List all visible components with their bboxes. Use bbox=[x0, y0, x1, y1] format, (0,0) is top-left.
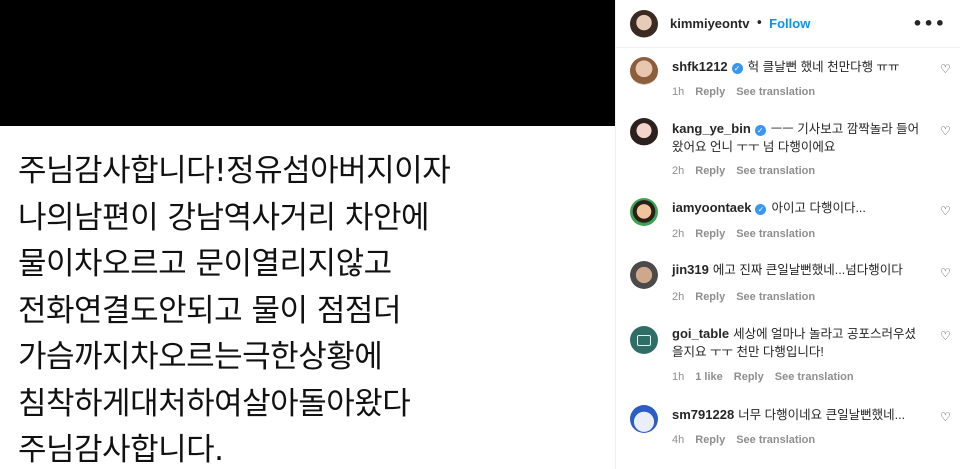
post-image-dark-area bbox=[0, 0, 615, 126]
comment-time: 1h bbox=[672, 371, 685, 383]
commenter-avatar[interactable] bbox=[630, 57, 658, 85]
commenter-username[interactable]: iamyoontaek bbox=[672, 200, 751, 215]
see-translation-button[interactable]: See translation bbox=[736, 165, 815, 177]
like-heart-icon[interactable]: ♡ bbox=[940, 204, 951, 218]
like-count[interactable]: 1 like bbox=[695, 371, 723, 383]
comment-body: sm791228 너무 다행이네요 큰일날뻔했네... bbox=[672, 406, 922, 424]
comment-time: 4h bbox=[672, 434, 685, 446]
post-text-line: 주님감사합니다!정유섬아버지이자 bbox=[18, 153, 451, 189]
comment-time: 2h bbox=[672, 165, 685, 177]
comment-time: 1h bbox=[672, 86, 685, 98]
like-heart-icon[interactable]: ♡ bbox=[940, 329, 951, 343]
author-username[interactable]: kimmiyeontv bbox=[670, 16, 749, 31]
see-translation-button[interactable]: See translation bbox=[736, 291, 815, 303]
verified-badge-icon: ✓ bbox=[755, 204, 767, 215]
post-text-line: 전화연결도안되고 물이 점점더 bbox=[18, 292, 401, 329]
separator-dot: • bbox=[755, 16, 764, 31]
commenter-username[interactable]: sm791228 bbox=[672, 407, 734, 422]
like-heart-icon[interactable]: ♡ bbox=[940, 62, 951, 76]
comment-item: sm791228 너무 다행이네요 큰일날뻔했네... 4h Reply See tr… bbox=[616, 396, 960, 469]
follow-button[interactable]: Follow bbox=[769, 16, 810, 31]
commenter-avatar[interactable] bbox=[630, 326, 658, 354]
comment-meta: 2h Reply See translation bbox=[672, 228, 826, 240]
image-placeholder-icon bbox=[637, 334, 651, 346]
comment-body: jin319 에고 진짜 큰일날뻔했네...넘다행이다 bbox=[672, 261, 922, 279]
comment-item: goi_table 세상에 얼마나 놀라고 공포스러우셨을지요 ㅜㅜ 천만 다행입… bbox=[616, 316, 960, 396]
comment-body: shfk1212 ✓ 헉 클날뻔 했네 천만다행 ㅠㅠ bbox=[672, 58, 922, 76]
comment-text: 에고 진짜 큰일날뻔했네...넘다행이다 bbox=[712, 263, 903, 277]
comment-text: 너무 다행이네요 큰일날뻔했네... bbox=[738, 408, 906, 422]
comment-body: iamyoontaek ✓ 아이고 다행이다... bbox=[672, 199, 922, 217]
author-avatar[interactable] bbox=[630, 9, 658, 38]
comment-time: 2h bbox=[672, 291, 685, 303]
comment-text: 아이고 다행이다... bbox=[771, 201, 866, 215]
see-translation-button[interactable]: See translation bbox=[775, 371, 854, 383]
post-header: kimmiyeontv • Follow ••• bbox=[616, 0, 960, 48]
commenter-avatar[interactable] bbox=[630, 261, 658, 289]
comment-meta: 4h Reply See translation bbox=[672, 434, 826, 446]
comment-item: kang_ye_bin ✓ ㅡㅡ 기사보고 깜짝놀라 들어왔어요 언니 ㅜㅜ 넘 다… bbox=[616, 110, 960, 190]
post-text-line: 주님감사합니다. bbox=[18, 432, 224, 468]
see-translation-button[interactable]: See translation bbox=[736, 86, 815, 98]
reply-button[interactable]: Reply bbox=[695, 291, 725, 303]
comment-body: kang_ye_bin ✓ ㅡㅡ 기사보고 깜짝놀라 들어왔어요 언니 ㅜㅜ 넘 다… bbox=[672, 120, 922, 156]
commenter-avatar[interactable] bbox=[630, 405, 658, 433]
comment-item: shfk1212 ✓ 헉 클날뻔 했네 천만다행 ㅠㅠ 1h Reply See tra… bbox=[616, 48, 960, 110]
comment-meta: 2h Reply See translation bbox=[672, 291, 826, 303]
comment-meta: 2h Reply See translation bbox=[672, 165, 826, 177]
commenter-username[interactable]: shfk1212 bbox=[672, 59, 728, 74]
commenter-username[interactable]: kang_ye_bin bbox=[672, 121, 751, 136]
comment-meta: 1h Reply See translation bbox=[672, 86, 826, 98]
reply-button[interactable]: Reply bbox=[695, 165, 725, 177]
see-translation-button[interactable]: See translation bbox=[736, 434, 815, 446]
post-text-line: 물이차오르고 문이열리지않고 bbox=[18, 246, 392, 282]
post-text-line: 나의남편이 강남역사거리 차안에 bbox=[18, 199, 430, 236]
comment-item: jin319 에고 진짜 큰일날뻔했네...넘다행이다 2h Reply See tr… bbox=[616, 252, 960, 316]
reply-button[interactable]: Reply bbox=[734, 371, 764, 383]
verified-badge-icon: ✓ bbox=[754, 125, 766, 136]
reply-button[interactable]: Reply bbox=[695, 86, 725, 98]
comment-body: goi_table 세상에 얼마나 놀라고 공포스러우셨을지요 ㅜㅜ 천만 다행입… bbox=[672, 325, 922, 361]
like-heart-icon[interactable]: ♡ bbox=[940, 410, 951, 424]
post-text-line: 침착하게대처하여살아돌아왔다 bbox=[18, 385, 411, 422]
commenter-avatar[interactable] bbox=[630, 198, 658, 226]
comment-item: iamyoontaek ✓ 아이고 다행이다... 2h Reply See trans… bbox=[616, 190, 960, 252]
post-image: 주님감사합니다!정유섬아버지이자 나의남편이 강남역사거리 차안에 물이차오르고… bbox=[0, 0, 615, 469]
verified-badge-icon: ✓ bbox=[731, 63, 743, 74]
reply-button[interactable]: Reply bbox=[695, 228, 725, 240]
reply-button[interactable]: Reply bbox=[695, 434, 725, 446]
commenter-username[interactable]: goi_table bbox=[672, 326, 729, 341]
like-heart-icon[interactable]: ♡ bbox=[940, 266, 951, 280]
more-options-icon[interactable]: ••• bbox=[912, 14, 946, 33]
post-text-line: 가슴까지차오르는극한상황에 bbox=[18, 339, 383, 375]
commenter-username[interactable]: jin319 bbox=[672, 262, 709, 277]
post-text-block: 주님감사합니다!정유섬아버지이자 나의남편이 강남역사거리 차안에 물이차오르고… bbox=[18, 148, 608, 469]
commenter-avatar[interactable] bbox=[630, 118, 658, 146]
like-heart-icon[interactable]: ♡ bbox=[940, 124, 951, 138]
see-translation-button[interactable]: See translation bbox=[736, 228, 815, 240]
comment-time: 2h bbox=[672, 228, 685, 240]
comments-panel: kimmiyeontv • Follow ••• shfk1212 ✓ 헉 클날뻔 … bbox=[615, 0, 960, 469]
comment-text: 헉 클날뻔 했네 천만다행 ㅠㅠ bbox=[747, 60, 900, 74]
comment-meta: 1h 1 like Reply See translation bbox=[672, 371, 865, 383]
